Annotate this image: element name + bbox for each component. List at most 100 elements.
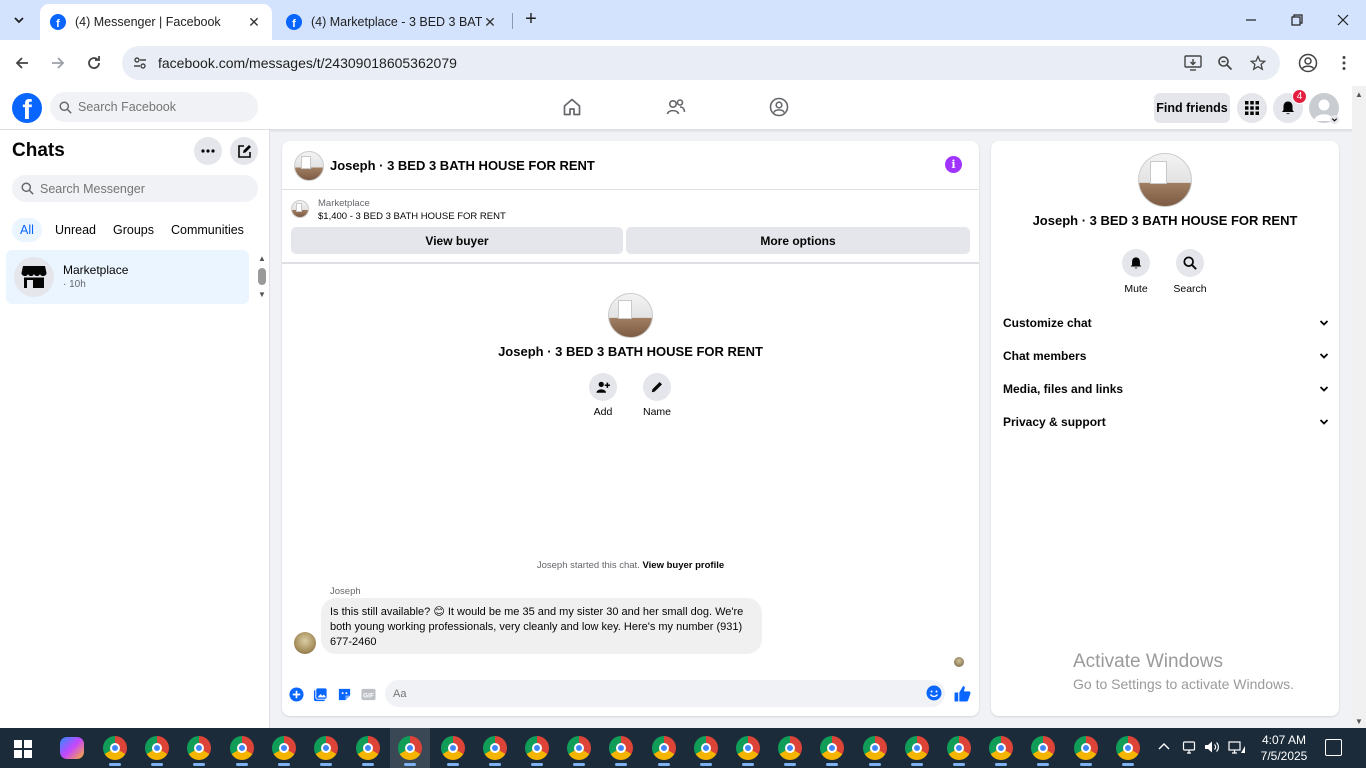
listing-title[interactable]: $1,400 - 3 BED 3 BATH HOUSE FOR RENT	[318, 211, 506, 222]
taskbar-chrome-profile-icon[interactable]	[137, 728, 177, 768]
message-input[interactable]	[393, 687, 893, 700]
attach-photo-icon[interactable]	[312, 686, 328, 702]
filter-tab-communities[interactable]: Communities	[163, 218, 252, 242]
profile-button[interactable]	[1296, 51, 1320, 75]
tab-search-button[interactable]	[6, 7, 32, 33]
name-chat-button[interactable]: Name	[637, 373, 677, 418]
scrollbar-thumb[interactable]	[258, 268, 266, 285]
taskbar-chrome-profile-icon[interactable]	[1023, 728, 1063, 768]
new-message-button[interactable]	[230, 137, 258, 165]
close-tab-icon[interactable]: ✕	[482, 14, 498, 31]
taskbar-chrome-profile-icon[interactable]	[770, 728, 810, 768]
taskbar-chrome-profile-icon[interactable]	[559, 728, 599, 768]
friends-nav-button[interactable]	[665, 96, 687, 118]
notification-center-icon[interactable]	[1325, 739, 1342, 756]
search-in-chat-button[interactable]: Search	[1165, 249, 1215, 295]
taskbar-chrome-profile-icon[interactable]	[939, 728, 979, 768]
taskbar-chrome-profile-icon[interactable]	[981, 728, 1021, 768]
view-buyer-button[interactable]: View buyer	[291, 227, 623, 254]
volume-icon[interactable]	[1204, 740, 1220, 757]
listing-thumbnail[interactable]	[291, 200, 309, 218]
scroll-up-icon[interactable]: ▲	[258, 254, 266, 263]
network-icon[interactable]	[1228, 740, 1246, 757]
customize-chat-section[interactable]: Customize chat	[1003, 312, 1329, 334]
windows-start-icon[interactable]	[14, 740, 32, 758]
taskbar-chrome-profile-icon[interactable]	[644, 728, 684, 768]
taskbar-chrome-profile-icon[interactable]	[897, 728, 937, 768]
menu-button[interactable]	[1237, 93, 1267, 123]
scroll-down-icon[interactable]: ▼	[1355, 717, 1363, 726]
conversation-avatar[interactable]	[294, 151, 324, 181]
facebook-search-input[interactable]	[78, 100, 248, 114]
taskbar-chrome-profile-icon[interactable]	[1066, 728, 1106, 768]
install-app-icon[interactable]	[1182, 46, 1204, 80]
taskbar-chrome-profile-icon[interactable]	[517, 728, 557, 768]
taskbar-chrome-profile-icon[interactable]	[95, 728, 135, 768]
info-icon[interactable]: i	[945, 156, 962, 173]
messenger-search-box[interactable]	[12, 175, 258, 202]
bookmark-star-icon[interactable]	[1247, 46, 1269, 80]
meet-now-icon[interactable]	[1182, 740, 1196, 757]
copilot-icon[interactable]	[60, 737, 84, 759]
scroll-up-icon[interactable]: ▲	[1355, 90, 1363, 99]
browser-tab-marketplace[interactable]: f (4) Marketplace - 3 BED 3 BATH ✕	[276, 4, 508, 40]
browser-menu-button[interactable]	[1332, 51, 1356, 75]
find-friends-button[interactable]: Find friends	[1154, 93, 1230, 123]
taskbar-clock[interactable]: 4:07 AM 7/5/2025	[1256, 732, 1312, 764]
close-tab-icon[interactable]: ✕	[246, 14, 262, 31]
browser-tab-messenger[interactable]: f (4) Messenger | Facebook ✕	[40, 4, 272, 40]
mute-button[interactable]: Mute	[1111, 249, 1161, 295]
taskbar-chrome-profile-icon[interactable]	[348, 728, 388, 768]
restore-button[interactable]	[1282, 8, 1312, 32]
chat-options-button[interactable]	[194, 137, 222, 165]
chat-members-section[interactable]: Chat members	[1003, 345, 1329, 367]
address-bar[interactable]: facebook.com/messages/t/2430901860536207…	[122, 46, 1280, 80]
minimize-button[interactable]	[1236, 8, 1266, 32]
emoji-picker-icon[interactable]	[926, 685, 942, 706]
sticker-icon[interactable]	[336, 686, 352, 702]
facebook-search-box[interactable]	[50, 92, 258, 122]
filter-tab-unread[interactable]: Unread	[47, 218, 104, 242]
taskbar-chrome-profile-icon[interactable]	[855, 728, 895, 768]
taskbar-chrome-profile-icon[interactable]	[179, 728, 219, 768]
chat-list-scrollbar[interactable]: ▲ ▼	[257, 254, 267, 302]
page-scrollbar[interactable]: ▲ ▼	[1352, 86, 1366, 728]
filter-tab-all[interactable]: All	[12, 218, 42, 242]
taskbar-chrome-profile-icon[interactable]	[601, 728, 641, 768]
scroll-down-icon[interactable]: ▼	[258, 290, 266, 299]
taskbar-chrome-profile-icon[interactable]	[686, 728, 726, 768]
groups-nav-button[interactable]	[768, 96, 790, 118]
media-files-links-section[interactable]: Media, files and links	[1003, 378, 1329, 400]
message-input-box[interactable]	[385, 680, 945, 707]
back-button[interactable]	[10, 51, 34, 75]
view-buyer-profile-link[interactable]: View buyer profile	[642, 560, 724, 571]
messenger-search-input[interactable]	[40, 181, 210, 196]
taskbar-chrome-profile-icon[interactable]	[264, 728, 304, 768]
filter-tab-groups[interactable]: Groups	[105, 218, 162, 242]
gif-icon[interactable]: GIF	[360, 686, 376, 702]
reload-button[interactable]	[82, 51, 106, 75]
taskbar-chrome-profile-icon[interactable]	[433, 728, 473, 768]
privacy-support-section[interactable]: Privacy & support	[1003, 411, 1329, 433]
taskbar-chrome-profile-icon[interactable]	[306, 728, 346, 768]
thumbs-up-icon[interactable]	[953, 684, 971, 702]
taskbar-chrome-profile-icon[interactable]	[812, 728, 852, 768]
more-options-button[interactable]: More options	[626, 227, 970, 254]
show-hidden-icons[interactable]	[1158, 741, 1170, 753]
forward-button[interactable]	[46, 51, 70, 75]
taskbar-chrome-profile-icon[interactable]	[390, 728, 431, 768]
chat-list-item[interactable]: Marketplace · 10h	[6, 250, 249, 304]
taskbar-chrome-profile-icon[interactable]	[728, 728, 768, 768]
taskbar-chrome-profile-icon[interactable]	[222, 728, 262, 768]
more-actions-icon[interactable]	[288, 686, 304, 702]
close-window-button[interactable]	[1328, 8, 1358, 32]
taskbar-chrome-profile-icon[interactable]	[475, 728, 515, 768]
taskbar-chrome-profile-icon[interactable]	[1108, 728, 1148, 768]
zoom-icon[interactable]	[1214, 46, 1236, 80]
new-tab-button[interactable]: +	[520, 8, 542, 30]
message-bubble[interactable]: Is this still available? 😊 It would be m…	[321, 598, 762, 654]
sender-avatar[interactable]	[294, 632, 316, 654]
facebook-logo-icon[interactable]: f	[12, 93, 42, 123]
conversation-title[interactable]: Joseph · 3 BED 3 BATH HOUSE FOR RENT	[330, 158, 595, 173]
add-people-button[interactable]: Add	[583, 373, 623, 418]
